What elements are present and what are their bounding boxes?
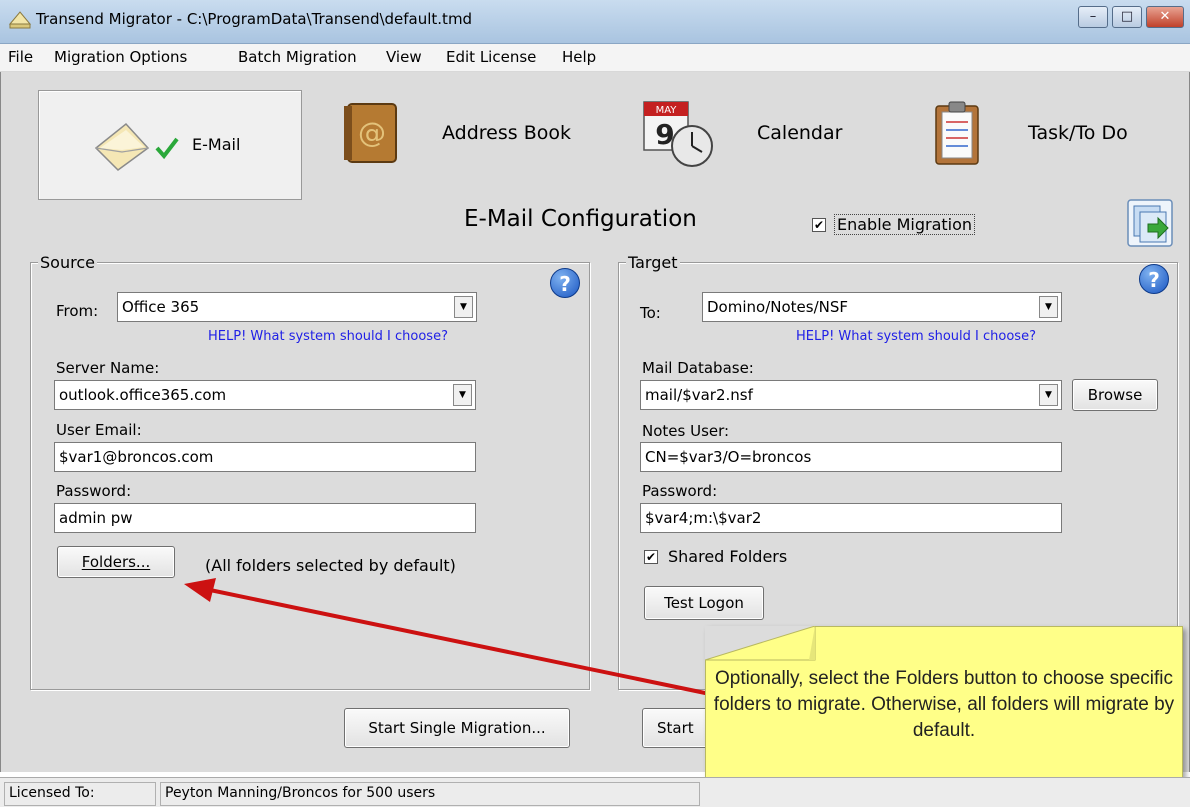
menu-edit-license[interactable]: Edit License [446,48,536,66]
tab-address-book[interactable]: Address Book [442,122,571,144]
dropdown-arrow-icon[interactable]: ▼ [1039,296,1058,318]
to-select[interactable]: Domino/Notes/NSF ▼ [702,292,1062,322]
task-clipboard-icon[interactable] [932,98,982,168]
help-icon[interactable]: ? [1139,264,1169,294]
source-password-field[interactable]: admin pw [54,503,476,533]
source-legend: Source [38,253,97,272]
shared-folders-label[interactable]: Shared Folders [668,547,787,566]
page-title: E-Mail Configuration [464,206,697,232]
folders-button[interactable]: Folders... [57,546,175,578]
mail-database-label: Mail Database: [642,359,754,377]
close-button[interactable]: ✕ [1146,6,1184,28]
menu-view[interactable]: View [386,48,422,66]
menu-migration-options[interactable]: Migration Options [54,48,187,66]
address-book-icon[interactable]: @ [342,100,400,166]
app-icon [8,11,32,29]
start-single-migration-button[interactable]: Start Single Migration... [344,708,570,748]
mail-database-select[interactable]: mail/$var2.nsf ▼ [640,380,1062,410]
from-value: Office 365 [122,298,200,316]
calendar-clock-icon[interactable]: MAY 9 [638,98,720,172]
notes-user-label: Notes User: [642,422,730,440]
window-title: Transend Migrator - C:\ProgramData\Trans… [36,10,473,28]
enable-migration-checkbox[interactable]: ✔ [812,218,826,232]
tab-email-label: E-Mail [192,135,241,154]
target-password-label: Password: [642,482,718,500]
annotation-arrow [184,578,711,696]
notes-user-field[interactable]: CN=$var3/O=broncos [640,442,1062,472]
dropdown-arrow-icon[interactable]: ▼ [453,384,472,406]
menu-help[interactable]: Help [562,48,596,66]
minimize-button[interactable]: – [1078,6,1108,28]
run-export-icon[interactable] [1126,198,1174,248]
dropdown-arrow-icon[interactable]: ▼ [1039,384,1058,406]
folders-button-label: Folders... [81,553,151,571]
tab-calendar[interactable]: Calendar [757,122,842,144]
server-name-value: outlook.office365.com [59,386,227,404]
target-legend: Target [626,253,680,272]
dropdown-arrow-icon[interactable]: ▼ [454,296,473,318]
menu-bar: File Migration Options Batch Migration V… [0,44,1190,72]
menu-batch-migration[interactable]: Batch Migration [238,48,357,66]
enable-migration-label[interactable]: Enable Migration [834,214,976,235]
svg-text:@: @ [358,116,386,149]
to-value: Domino/Notes/NSF [707,298,848,316]
from-select[interactable]: Office 365 ▼ [117,292,477,322]
mail-database-value: mail/$var2.nsf [645,386,753,404]
server-name-label: Server Name: [56,359,160,377]
shared-folders-checkbox[interactable]: ✔ [644,550,658,564]
user-email-field[interactable]: $var1@broncos.com [54,442,476,472]
callout-fold [705,626,816,661]
licensed-to-label: Licensed To: [4,782,156,806]
status-bar: Licensed To: Peyton Manning/Broncos for … [0,777,1190,807]
server-name-select[interactable]: outlook.office365.com ▼ [54,380,476,410]
maximize-button[interactable]: □ [1112,6,1142,28]
to-label: To: [640,304,661,322]
title-bar: Transend Migrator - C:\ProgramData\Trans… [0,0,1190,44]
tab-task[interactable]: Task/To Do [1028,122,1128,144]
envelope-icon [94,122,150,171]
browse-button[interactable]: Browse [1072,379,1158,411]
source-help-link[interactable]: HELP! What system should I choose? [208,329,448,344]
menu-file[interactable]: File [8,48,33,66]
target-help-link[interactable]: HELP! What system should I choose? [796,329,1036,344]
checkmark-icon [155,137,179,160]
source-password-label: Password: [56,482,132,500]
target-password-field[interactable]: $var4;m:\$var2 [640,503,1062,533]
user-email-label: User Email: [56,421,142,439]
help-icon[interactable]: ? [550,268,580,298]
from-label: From: [56,302,99,320]
callout-text: Optionally, select the Folders button to… [713,668,1175,741]
calendar-month-label: MAY [656,105,678,116]
licensed-to-value: Peyton Manning/Broncos for 500 users [160,782,700,806]
